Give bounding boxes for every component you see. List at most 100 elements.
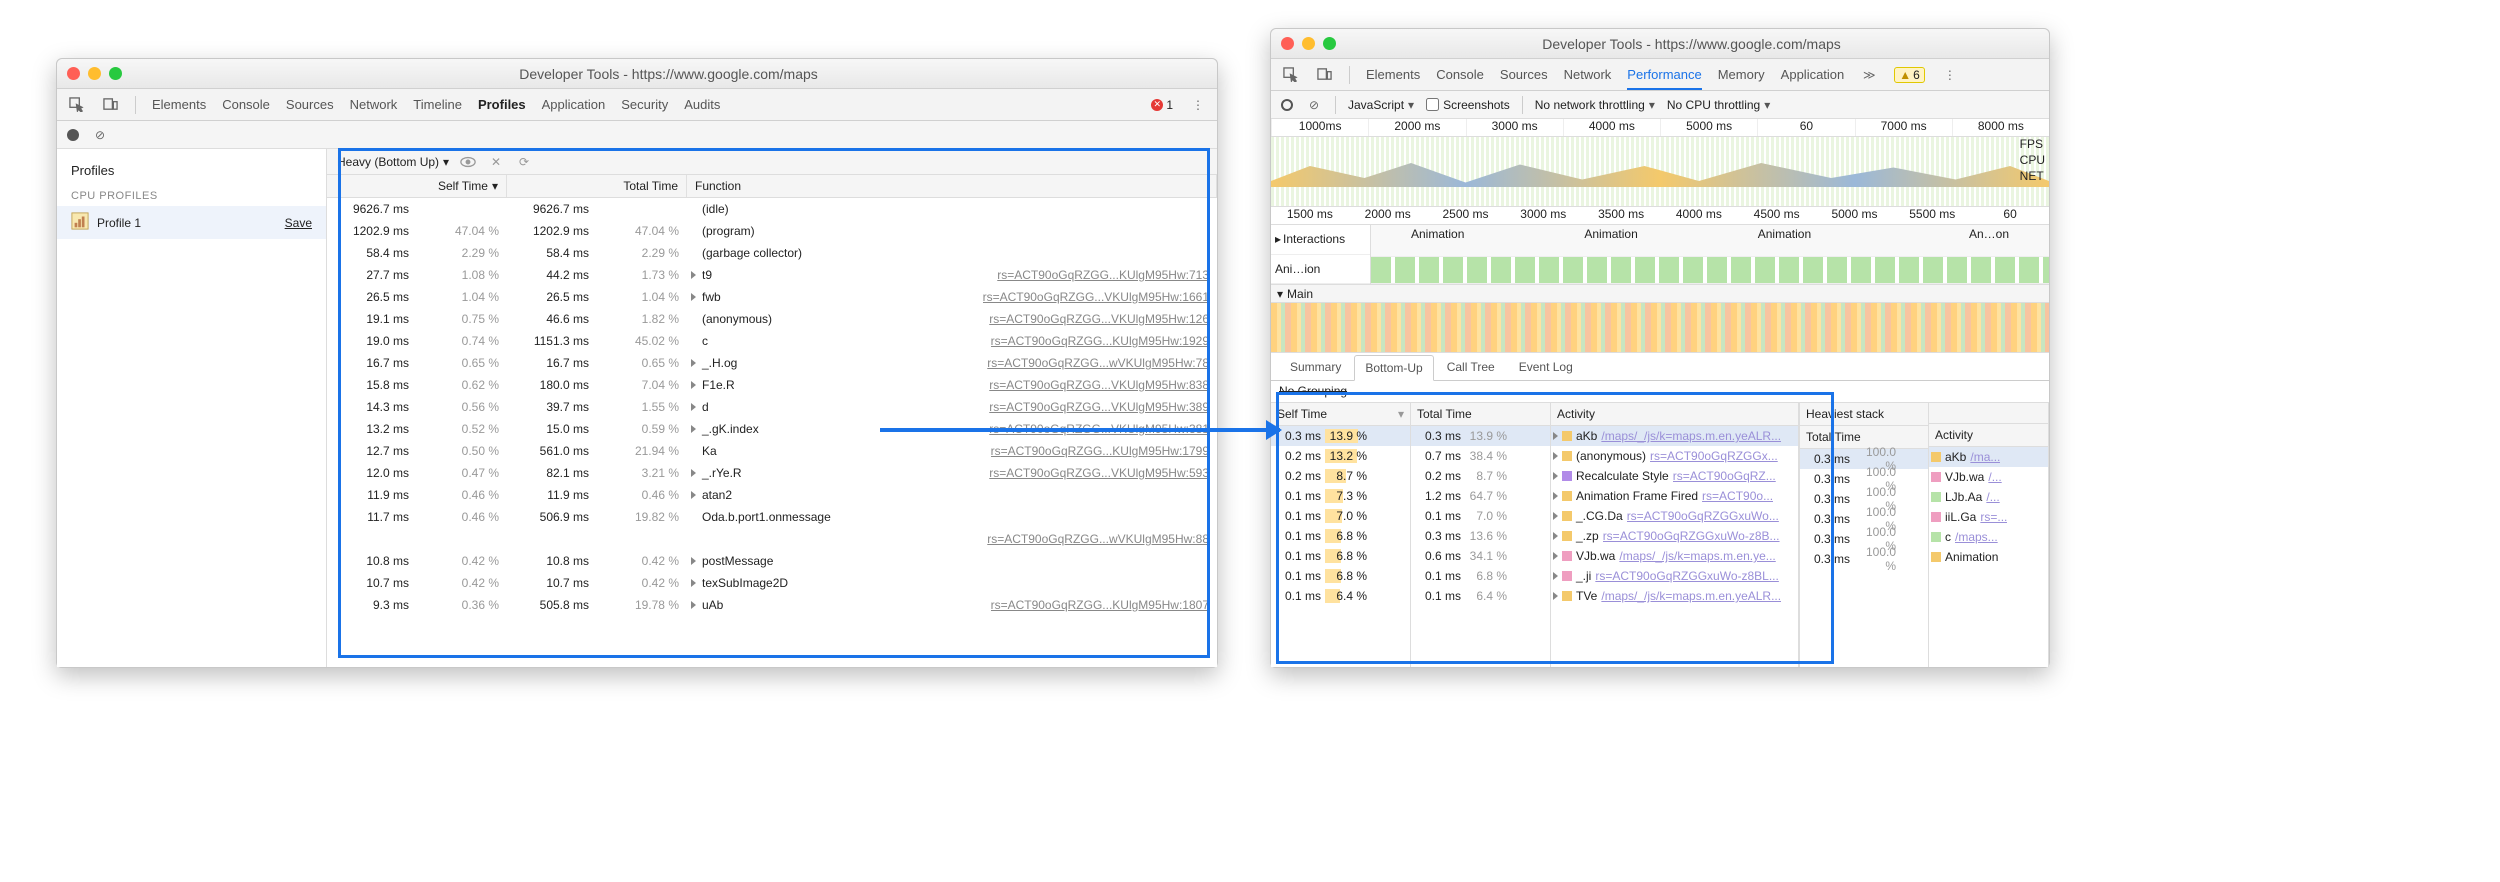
source-link[interactable]: /... [1986,490,1999,504]
expand-icon[interactable] [1553,592,1558,600]
table-row[interactable]: 0.1 ms 6.8 % [1271,566,1410,586]
table-row[interactable]: 14.3 ms 0.56 % 39.7 ms 1.55 % d rs=ACT90… [327,396,1217,418]
details-tab-summary[interactable]: Summary [1279,354,1352,380]
profile-item[interactable]: Profile 1 Save [57,206,326,239]
more-icon[interactable]: ⋮ [1189,96,1207,114]
table-row[interactable]: TVe /maps/_/js/k=maps.m.en.yeALR... [1551,586,1798,606]
expand-icon[interactable] [1553,472,1558,480]
table-row[interactable]: VJb.wa /... [1929,467,2048,487]
titlebar[interactable]: Developer Tools - https://www.google.com… [1271,29,2049,59]
flame-chart[interactable] [1271,303,2049,353]
tab-application[interactable]: Application [542,97,606,112]
table-row[interactable]: 0.3 ms 13.6 % [1411,526,1550,546]
source-link[interactable]: rs=ACT90oGqRZGG...VKUlgM95Hw:389 [989,400,1209,414]
table-row[interactable]: 19.0 ms 0.74 % 1151.3 ms 45.02 % c rs=AC… [327,330,1217,352]
expand-icon[interactable] [691,491,696,499]
tab-memory[interactable]: Memory [1718,67,1765,82]
source-link[interactable]: /maps/_/js/k=maps.m.en.yeALR... [1601,589,1781,603]
tab-elements[interactable]: Elements [1366,67,1420,82]
table-row[interactable]: 9.3 ms 0.36 % 505.8 ms 19.78 % uAb rs=AC… [327,594,1217,616]
source-link[interactable]: rs=ACT90oGqRZGG...VKUlgM95Hw:593 [989,466,1209,480]
screenshots-checkbox[interactable]: Screenshots [1426,98,1510,112]
source-link[interactable]: rs=ACT90oGqRZGG...wVKUlgM95Hw:88 [987,532,1209,546]
table-row[interactable]: 0.1 ms 6.8 % [1271,526,1410,546]
maximize-icon[interactable] [1323,37,1336,50]
overview-chart[interactable]: FPSCPUNET [1271,137,2049,207]
source-link[interactable]: rs=... [1980,510,2007,524]
tab-network[interactable]: Network [350,97,398,112]
table-row[interactable]: 12.7 ms 0.50 % 561.0 ms 21.94 % Ka rs=AC… [327,440,1217,462]
expand-icon[interactable] [1553,512,1558,520]
tab-sources[interactable]: Sources [1500,67,1548,82]
source-link[interactable]: rs=ACT90oGqRZGG...VKUlgM95Hw:1661 [983,290,1209,304]
track-interactions[interactable]: ▸Interactions [1271,225,1370,255]
tab-performance[interactable]: Performance [1627,67,1701,90]
table-row[interactable]: 0.1 ms 6.4 % [1411,586,1550,606]
table-row[interactable]: c /maps... [1929,527,2048,547]
expand-icon[interactable] [1553,532,1558,540]
table-row[interactable]: 58.4 ms 2.29 % 58.4 ms 2.29 % (garbage c… [327,242,1217,264]
minimize-icon[interactable] [1302,37,1315,50]
track-animation[interactable]: Ani…ion [1271,255,1370,285]
expand-icon[interactable] [1553,552,1558,560]
source-link[interactable]: rs=ACT90oGqRZGGxuWo-z8B... [1603,529,1780,543]
table-row[interactable]: iiL.Ga rs=... [1929,507,2048,527]
tab-elements[interactable]: Elements [152,97,206,112]
table-row[interactable]: 0.7 ms 38.4 % [1411,446,1550,466]
expand-icon[interactable] [691,601,696,609]
expand-icon[interactable] [691,403,696,411]
table-row[interactable]: Animation [1929,547,2048,567]
table-row[interactable]: _.ji rs=ACT90oGqRZGGxuWo-z8BL... [1551,566,1798,586]
table-row[interactable]: rs=ACT90oGqRZGG...wVKUlgM95Hw:88 [327,528,1217,550]
source-link[interactable]: rs=ACT90oGqRZGG...KUlgM95Hw:713 [997,268,1209,282]
record-icon[interactable] [1281,99,1293,111]
grouping-select[interactable]: No Grouping [1271,381,2049,403]
source-link[interactable]: rs=ACT90oGqRZGGx... [1650,449,1778,463]
table-row[interactable]: 11.9 ms 0.46 % 11.9 ms 0.46 % atan2 [327,484,1217,506]
titlebar[interactable]: Developer Tools - https://www.google.com… [57,59,1217,89]
table-row[interactable]: 0.1 ms 7.3 % [1271,486,1410,506]
table-row[interactable]: _.CG.Da rs=ACT90oGqRZGGxuWo... [1551,506,1798,526]
table-row[interactable]: 0.3 ms 100.0 % [1800,549,1928,569]
error-badge[interactable]: ✕1 [1151,98,1173,112]
save-link[interactable]: Save [285,216,312,230]
tab-timeline[interactable]: Timeline [413,97,462,112]
device-icon[interactable] [101,96,119,114]
source-link[interactable]: rs=ACT90oGqRZ... [1673,469,1776,483]
cpu-throttle-select[interactable]: No CPU throttling ▾ [1667,98,1770,112]
table-row[interactable]: 0.1 ms 7.0 % [1411,506,1550,526]
table-row[interactable]: 1.2 ms 64.7 % [1411,486,1550,506]
close-icon[interactable] [1281,37,1294,50]
close-icon[interactable] [67,67,80,80]
overview-ruler[interactable]: 1000ms2000 ms3000 ms4000 ms5000 ms607000… [1271,119,2049,137]
tab-security[interactable]: Security [621,97,668,112]
source-link[interactable]: rs=ACT90oGqRZGG...VKUlgM95Hw:838 [989,378,1209,392]
table-row[interactable]: 27.7 ms 1.08 % 44.2 ms 1.73 % t9 rs=ACT9… [327,264,1217,286]
table-row[interactable]: aKb /maps/_/js/k=maps.m.en.yeALR... [1551,426,1798,446]
inspect-icon[interactable] [67,96,85,114]
expand-icon[interactable] [1553,432,1558,440]
source-link[interactable]: /maps/_/js/k=maps.m.en.yeALR... [1601,429,1781,443]
source-link[interactable]: /ma... [1970,450,2000,464]
table-row[interactable]: 11.7 ms 0.46 % 506.9 ms 19.82 % Oda.b.po… [327,506,1217,528]
table-row[interactable]: Animation Frame Fired rs=ACT90o... [1551,486,1798,506]
table-row[interactable]: 10.7 ms 0.42 % 10.7 ms 0.42 % texSubImag… [327,572,1217,594]
clear-icon[interactable]: ⊘ [1305,96,1323,114]
table-row[interactable]: Recalculate Style rs=ACT90oGqRZ... [1551,466,1798,486]
detail-ruler[interactable]: 1500 ms2000 ms2500 ms3000 ms3500 ms4000 … [1271,207,2049,225]
overflow-icon[interactable]: ≫ [1860,66,1878,84]
table-row[interactable]: 16.7 ms 0.65 % 16.7 ms 0.65 % _.H.og rs=… [327,352,1217,374]
table-row[interactable]: 0.1 ms 6.8 % [1271,546,1410,566]
col-function[interactable]: Function [687,175,1217,197]
table-row[interactable]: 0.2 ms 8.7 % [1411,466,1550,486]
table-row[interactable]: aKb /ma... [1929,447,2048,467]
main-track-header[interactable]: ▾Main [1271,285,2049,303]
source-link[interactable]: rs=ACT90oGqRZGGxuWo-z8BL... [1595,569,1779,583]
expand-icon[interactable] [691,579,696,587]
table-row[interactable]: 1202.9 ms 47.04 % 1202.9 ms 47.04 % (pro… [327,220,1217,242]
source-link[interactable]: rs=ACT90oGqRZGG...VKUlgM95Hw:126 [989,312,1209,326]
source-link[interactable]: /maps... [1955,530,1998,544]
source-link[interactable]: /... [1988,470,2001,484]
expand-icon[interactable] [691,293,696,301]
table-row[interactable]: 0.3 ms 13.9 % [1271,426,1410,446]
